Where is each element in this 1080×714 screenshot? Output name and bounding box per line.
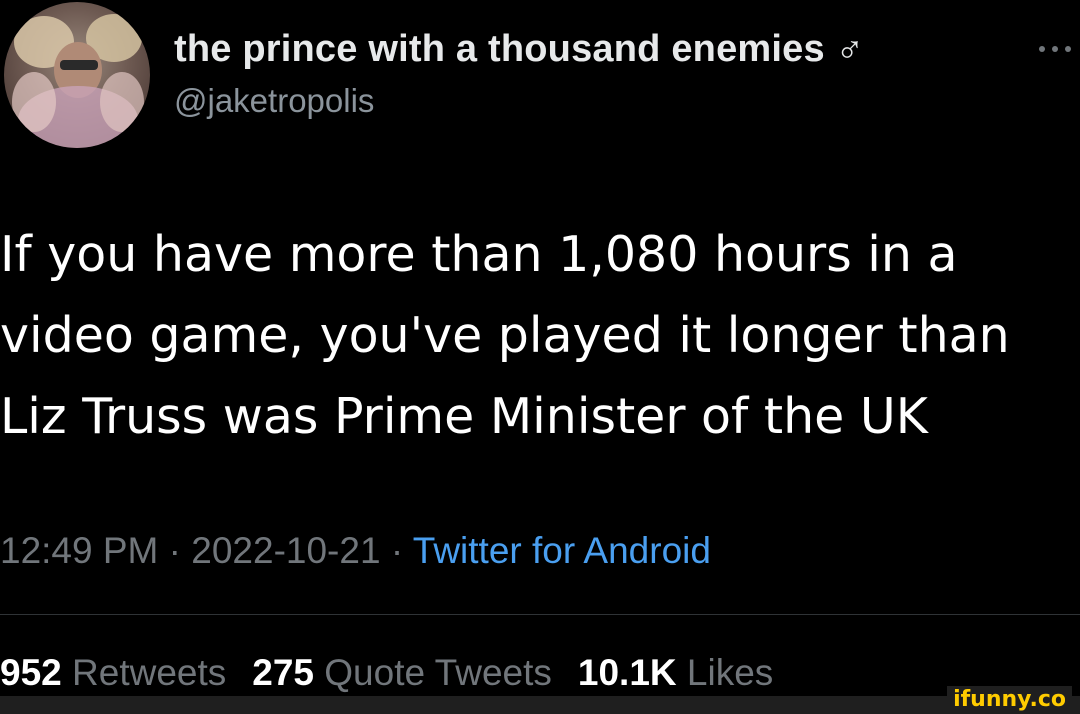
display-name[interactable]: the prince with a thousand enemies ♂ — [174, 28, 864, 71]
separator-dot: · — [390, 530, 404, 571]
avatar[interactable] — [4, 2, 150, 148]
tweet-text-line: video game, you've played it longer than — [0, 307, 1010, 364]
divider — [0, 614, 1080, 615]
retweets-stat[interactable]: 952 Retweets — [0, 652, 226, 693]
footer-bar — [0, 696, 1080, 714]
tweet-text: If you have more than 1,080 hours in a v… — [0, 214, 1080, 457]
tweet-date[interactable]: 2022-10-21 — [191, 530, 380, 571]
tweet-time[interactable]: 12:49 PM — [0, 530, 158, 571]
likes-count: 10.1K — [577, 652, 677, 693]
tweet-text-line: Liz Truss was Prime Minister of the UK — [0, 388, 928, 445]
tweet-source-link[interactable]: Twitter for Android — [413, 530, 711, 571]
quote-tweets-count: 275 — [252, 652, 314, 693]
retweets-count: 952 — [0, 652, 62, 693]
tweet-metadata: 12:49 PM · 2022-10-21 · Twitter for Andr… — [0, 530, 711, 572]
likes-label: Likes — [686, 652, 774, 693]
separator-dot: · — [168, 530, 181, 571]
tweet-stats: 952 Retweets 275 Quote Tweets 10.1K Likes — [0, 652, 773, 694]
retweets-label: Retweets — [72, 652, 227, 693]
avatar-photo — [12, 14, 144, 148]
quote-tweets-stat[interactable]: 275 Quote Tweets — [252, 652, 552, 693]
quote-tweets-label: Quote Tweets — [324, 652, 552, 693]
ifunny-watermark: ifunny.co — [947, 686, 1072, 714]
likes-stat[interactable]: 10.1K Likes — [578, 652, 773, 693]
more-options-icon[interactable] — [1036, 42, 1076, 54]
user-handle[interactable]: @jaketropolis — [174, 82, 374, 120]
tweet-text-line: If you have more than 1,080 hours in a — [0, 226, 958, 283]
